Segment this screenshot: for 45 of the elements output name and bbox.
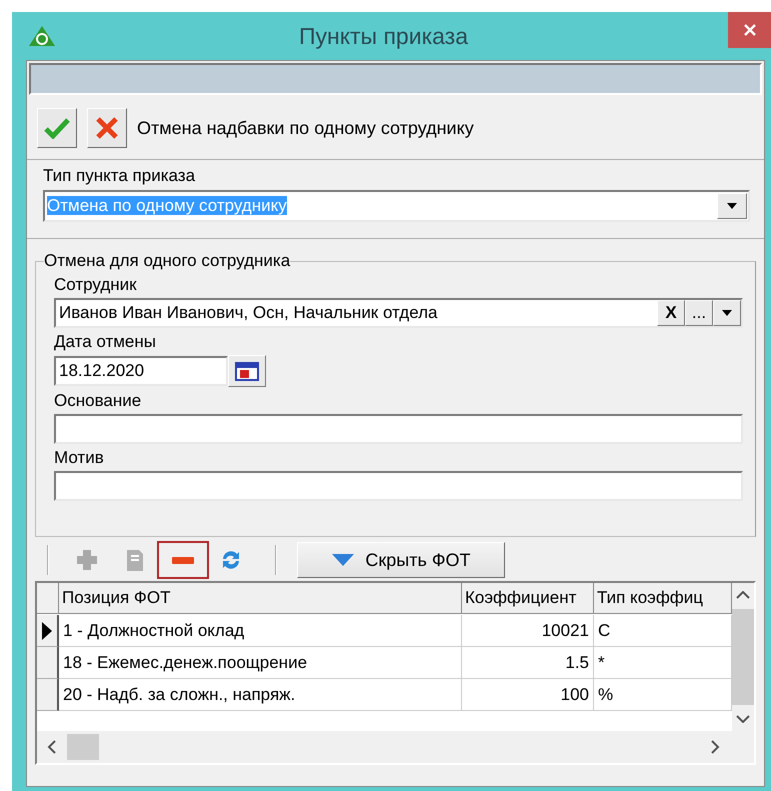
close-button[interactable] [728, 12, 771, 48]
text-field[interactable] [54, 414, 743, 444]
field-label: Дата отмены [54, 332, 156, 352]
table-cell: 1 - Должностной оклад [59, 615, 462, 647]
field-label: Основание [54, 391, 142, 411]
dialog-caption: Отмена надбавки по одному сотруднику [137, 118, 474, 138]
table-cell: 20 - Надб. за сложн., напряж. [59, 679, 462, 711]
field-label: Сотрудник [54, 275, 137, 295]
table-cell: 18 - Ежемес.денеж.поощрение [59, 647, 462, 679]
dropdown-button[interactable] [713, 300, 741, 326]
calendar-icon [235, 361, 259, 381]
close-icon [742, 23, 756, 37]
clear-button[interactable]: X [657, 300, 685, 326]
group-title: Отмена для одного сотрудника [44, 251, 290, 271]
app-icon [28, 24, 56, 48]
plus-icon [74, 547, 100, 573]
cross-icon [95, 116, 119, 140]
pointer-icon [41, 620, 53, 640]
column-header[interactable]: Позиция ФОТ [59, 583, 462, 614]
field-label: Тип пункта приказа [43, 166, 196, 185]
field-label: Мотив [54, 448, 104, 468]
table-cell: 1.5 [462, 647, 594, 679]
row-indicator[interactable] [37, 679, 59, 711]
calendar-button[interactable] [228, 355, 266, 387]
browse-button[interactable]: ... [685, 300, 713, 326]
row-indicator[interactable] [37, 647, 59, 679]
text-field[interactable] [54, 471, 743, 501]
employee-field[interactable]: Иванов Иван Иванович, Осн, Начальник отдела X ... [54, 298, 743, 328]
scroll-thumb[interactable] [732, 609, 754, 705]
table-cell: 100 [462, 679, 594, 711]
hide-fot-button[interactable]: Скрыть ФОТ [297, 542, 505, 578]
date-field[interactable]: 18.12.2020 [54, 356, 228, 386]
scroll-thumb[interactable] [67, 734, 99, 760]
cancel-button[interactable] [87, 108, 127, 148]
toolbar-button[interactable] [157, 541, 209, 579]
window-title: Пункты приказа [298, 22, 470, 50]
check-icon [44, 117, 70, 139]
minus-icon [172, 556, 194, 564]
triangle-icon [331, 553, 356, 567]
column-header[interactable]: Коэффициент [462, 583, 594, 614]
accept-button[interactable] [37, 108, 77, 148]
dropdown-button[interactable] [717, 193, 747, 219]
row-indicator[interactable] [37, 615, 59, 647]
table-cell: 10021 [462, 615, 594, 647]
column-header[interactable]: Тип коэффиц [594, 583, 732, 614]
